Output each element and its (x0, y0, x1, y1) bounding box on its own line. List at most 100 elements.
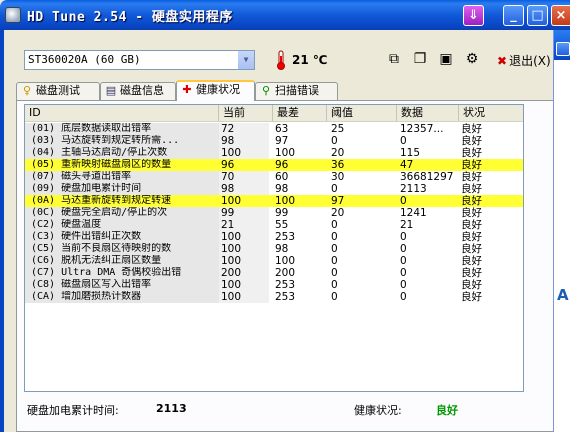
cell-id: (C7) Ultra DMA 奇偶校验出错 (31, 267, 182, 278)
cell-status: 良好 (461, 135, 482, 147)
cell-status: 良好 (461, 171, 482, 183)
drive-select[interactable]: ST360020A (60 GB) ▼ (24, 50, 255, 70)
cell-worst: 55 (275, 219, 289, 231)
cell-status: 良好 (461, 243, 482, 255)
health-cross-icon: ✚ (182, 83, 192, 96)
cell-current: 98 (221, 135, 235, 147)
arrow-down-icon: ⇓ (468, 8, 479, 23)
cell-worst: 60 (275, 171, 289, 183)
table-row[interactable]: (C8) 磁盘扇区写入出错率 100 253 0 0 良好 (25, 279, 523, 291)
table-header: ID 当前 最差 阈值 数据 状况 (25, 105, 523, 122)
column-header-current[interactable]: 当前 (219, 105, 273, 121)
cell-id: (C8) 磁盘扇区写入出错率 (31, 279, 152, 290)
cell-data: 47 (400, 159, 414, 171)
cell-current: 96 (221, 159, 235, 171)
table-row[interactable]: (C5) 当前不良扇区待映射的数 100 98 0 0 良好 (25, 243, 523, 255)
download-button[interactable]: ⇓ (463, 5, 484, 26)
drive-select-value: ST360020A (60 GB) (28, 53, 141, 66)
table-row[interactable]: (0A) 马达重新旋转到规定转速 100 100 97 0 良好 (25, 195, 523, 207)
table-row[interactable]: (0C) 硬盘完全启动/停止的次 99 99 20 1241 良好 (25, 207, 523, 219)
cell-worst: 100 (275, 255, 296, 267)
cell-data: 0 (400, 243, 407, 255)
background-window[interactable]: A (553, 30, 570, 432)
smart-table[interactable]: ID 当前 最差 阈值 数据 状况 (01) 底层数据读取出错率 72 63 25 12… (24, 104, 524, 392)
power-on-value: 2113 (156, 402, 187, 415)
cell-status: 良好 (461, 231, 482, 243)
tab-label: 健康状况 (196, 83, 240, 96)
column-header-status[interactable]: 状况 (459, 105, 523, 121)
cell-threshold: 97 (331, 195, 345, 207)
cell-threshold: 36 (331, 159, 345, 171)
cell-status: 良好 (461, 207, 482, 219)
cell-id: (C6) 脱机无法纠正扇区数量 (31, 255, 162, 266)
cell-worst: 98 (275, 243, 289, 255)
close-button[interactable]: × (551, 5, 570, 26)
cell-current: 100 (221, 291, 242, 303)
background-window-letter: A (557, 286, 569, 304)
options-icon[interactable]: ⚙ (462, 50, 482, 69)
tab-error-scan[interactable]: ⚲ 扫描错误 (255, 82, 338, 100)
temperature-value: 21 ℃ (292, 53, 328, 67)
exit-x-icon: ✖ (497, 54, 508, 68)
cell-data: 1241 (400, 207, 427, 219)
copy-screenshot-icon[interactable]: ❐ (410, 50, 430, 69)
copy-icon[interactable]: ⧉ (384, 50, 404, 69)
title-bar[interactable]: HD Tune 2.54 - 硬盘实用程序 ⇓ _ □ × (0, 0, 570, 30)
table-row[interactable]: (C7) Ultra DMA 奇偶校验出错 200 200 0 0 良好 (25, 267, 523, 279)
cell-data: 0 (400, 135, 407, 147)
health-label: 健康状况: (354, 404, 402, 417)
cell-id: (0A) 马达重新旋转到规定转速 (31, 195, 172, 206)
tab-benchmark[interactable]: ♀ 磁盘测试 (16, 82, 100, 100)
minimize-icon: _ (510, 8, 517, 23)
table-row[interactable]: (C3) 硬件出错纠正次数 100 253 0 0 良好 (25, 231, 523, 243)
column-header-threshold[interactable]: 阈值 (327, 105, 397, 121)
cell-status: 良好 (461, 267, 482, 279)
column-header-id[interactable]: ID (25, 105, 219, 121)
cell-threshold: 20 (331, 147, 345, 159)
table-row[interactable]: (03) 马达旋转到规定转所需... 98 97 0 0 良好 (25, 135, 523, 147)
column-header-worst[interactable]: 最差 (273, 105, 327, 121)
cell-worst: 97 (275, 135, 289, 147)
cell-worst: 253 (275, 279, 296, 291)
table-row[interactable]: (CA) 增加磨损热计数器 100 253 0 0 良好 (25, 291, 523, 303)
cell-id: (C5) 当前不良扇区待映射的数 (31, 243, 172, 254)
chevron-down-icon[interactable]: ▼ (237, 51, 254, 69)
cell-threshold: 0 (331, 231, 338, 243)
exit-button[interactable]: ✖ 退出(X) (497, 52, 551, 69)
cell-status: 良好 (461, 195, 482, 207)
cell-threshold: 30 (331, 171, 345, 183)
cell-threshold: 0 (331, 255, 338, 267)
cell-status: 良好 (461, 219, 482, 231)
cell-id: (C2) 硬盘温度 (31, 219, 102, 230)
table-row[interactable]: (05) 重新映射磁盘扇区的数量 96 96 36 47 良好 (25, 159, 523, 171)
cell-data: 0 (400, 255, 407, 267)
cell-threshold: 0 (331, 291, 338, 303)
exit-label: 退出(X) (509, 54, 551, 68)
table-row[interactable]: (07) 磁头寻道出错率 70 60 30 36681297 良好 (25, 171, 523, 183)
cell-data: 2113 (400, 183, 427, 195)
cell-threshold: 0 (331, 279, 338, 291)
cell-data: 115 (400, 147, 421, 159)
table-body: (01) 底层数据读取出错率 72 63 25 12357... 良好 (03) 马达旋转到… (25, 123, 523, 303)
save-icon[interactable]: ▣ (436, 50, 456, 69)
tab-health[interactable]: ✚ 健康状况 (176, 80, 255, 101)
table-row[interactable]: (04) 主轴马达启动/停止次数 100 100 20 115 良好 (25, 147, 523, 159)
table-row[interactable]: (C6) 脱机无法纠正扇区数量 100 100 0 0 良好 (25, 255, 523, 267)
cell-id: (03) 马达旋转到规定转所需... (31, 135, 180, 146)
cell-current: 72 (221, 123, 235, 135)
cell-id: (CA) 增加磨损热计数器 (31, 291, 142, 302)
cell-threshold: 25 (331, 123, 345, 135)
minimize-button[interactable]: _ (503, 5, 524, 26)
table-row[interactable]: (01) 底层数据读取出错率 72 63 25 12357... 良好 (25, 123, 523, 135)
tab-info[interactable]: ▤ 磁盘信息 (100, 82, 176, 100)
thermometer-icon (277, 50, 285, 70)
column-header-data[interactable]: 数据 (397, 105, 459, 121)
background-window-button[interactable] (556, 42, 570, 56)
cell-current: 99 (221, 207, 235, 219)
table-row[interactable]: (09) 硬盘加电累计时间 98 98 0 2113 良好 (25, 183, 523, 195)
cell-worst: 100 (275, 147, 296, 159)
maximize-button[interactable]: □ (527, 5, 548, 26)
cell-id: (01) 底层数据读取出错率 (31, 123, 152, 134)
cell-worst: 99 (275, 207, 289, 219)
table-row[interactable]: (C2) 硬盘温度 21 55 0 21 良好 (25, 219, 523, 231)
